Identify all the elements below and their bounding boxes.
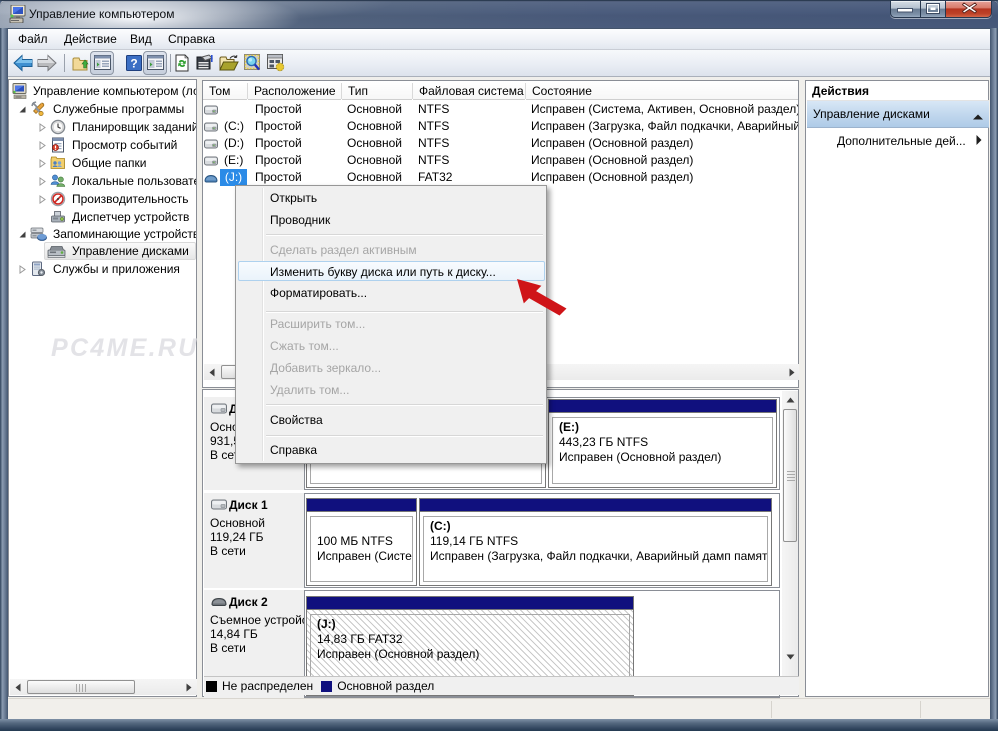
svg-text:?: ? — [130, 57, 137, 71]
